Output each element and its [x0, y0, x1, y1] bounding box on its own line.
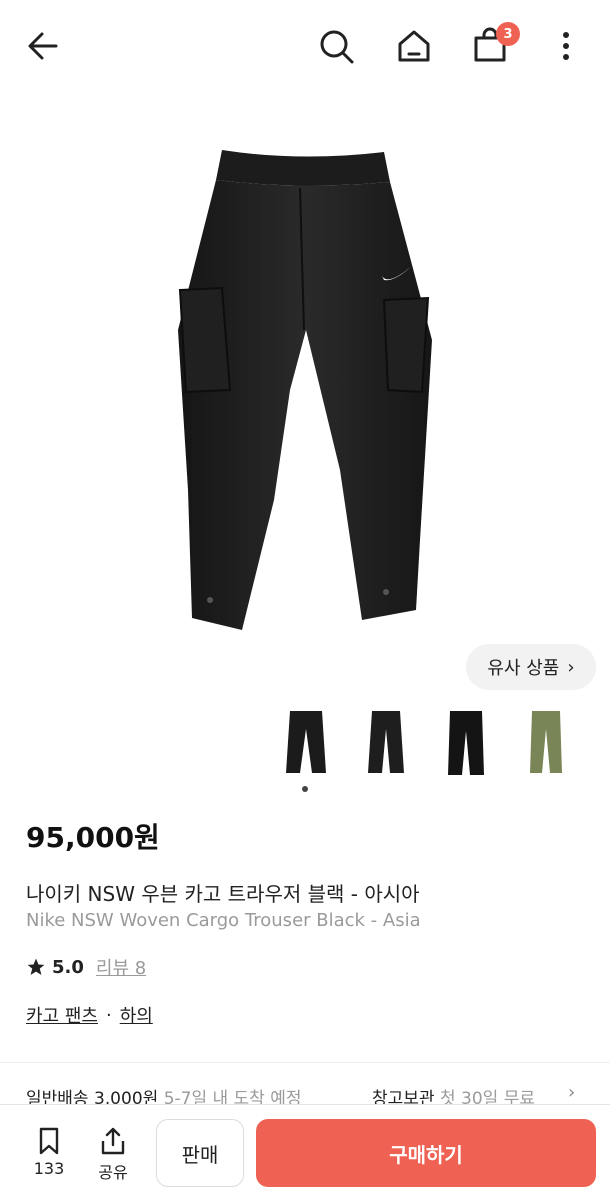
- section-divider: [0, 1062, 610, 1063]
- home-icon[interactable]: [392, 24, 436, 68]
- chevron-right-icon: ›: [568, 1082, 576, 1103]
- bookmark-icon: [39, 1127, 59, 1155]
- category-link-bottoms[interactable]: 하의: [120, 1002, 153, 1028]
- share-label: 공유: [98, 1163, 128, 1182]
- product-price: 95,000원: [26, 821, 160, 854]
- chevron-right-icon: ›: [567, 656, 575, 678]
- sell-button[interactable]: 판매: [156, 1119, 244, 1187]
- product-title-korean: 나이키 NSW 우븐 카고 트라우저 블랙 - 아시아: [26, 882, 420, 906]
- bookmark-button[interactable]: 133: [26, 1125, 72, 1178]
- review-link[interactable]: 리뷰 8: [96, 954, 146, 980]
- share-button[interactable]: 공유: [90, 1125, 136, 1183]
- thumbnail-black-back[interactable]: [434, 700, 498, 784]
- category-link-cargo-pants[interactable]: 카고 팬츠: [26, 1002, 98, 1028]
- bottom-action-bar: 133 공유 판매 구매하기: [0, 1104, 610, 1200]
- star-icon: [27, 958, 45, 975]
- similar-items-label: 유사 상품: [487, 658, 560, 679]
- carousel-indicator-dot: [302, 786, 308, 792]
- bookmark-count: 133: [33, 1159, 65, 1178]
- pants-thumbnail-icon: [530, 711, 562, 773]
- thumbnail-olive[interactable]: [514, 700, 578, 784]
- cart-count-badge: 3: [496, 22, 520, 46]
- search-icon[interactable]: [314, 24, 358, 68]
- pants-thumbnail-icon: [448, 711, 484, 775]
- product-main-image[interactable]: [150, 140, 450, 650]
- rating-row: 5.0 리뷰 8: [26, 954, 146, 980]
- back-arrow-icon[interactable]: [22, 24, 66, 68]
- thumbnail-black-front[interactable]: [274, 700, 338, 784]
- pants-thumbnail-icon: [286, 711, 326, 773]
- more-vertical-icon[interactable]: [548, 24, 584, 68]
- top-navigation-bar: 3: [0, 0, 610, 90]
- similar-items-button[interactable]: 유사 상품 ›: [466, 644, 596, 690]
- category-breadcrumb: 카고 팬츠 · 하의: [26, 1002, 153, 1028]
- buy-button[interactable]: 구매하기: [256, 1119, 596, 1187]
- pants-thumbnail-icon: [368, 711, 404, 773]
- thumbnail-strip: [272, 700, 610, 790]
- thumbnail-black-side[interactable]: [354, 700, 418, 784]
- share-icon: [101, 1127, 125, 1155]
- rating-score: 5.0: [52, 956, 84, 978]
- category-separator: ·: [105, 1004, 112, 1026]
- product-title-english: Nike NSW Woven Cargo Trouser Black - Asi…: [26, 910, 421, 931]
